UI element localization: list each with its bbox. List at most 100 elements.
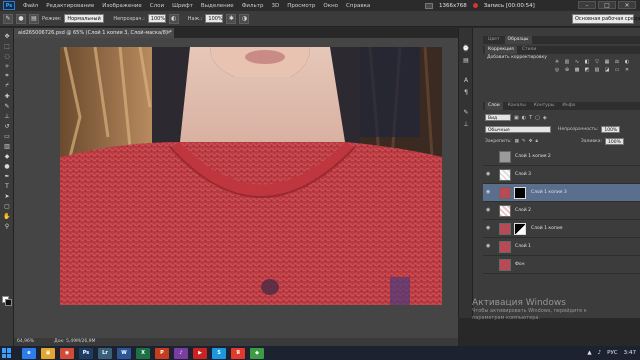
tab-layers[interactable]: Слои [485,102,503,110]
tab-paths[interactable]: Контуры [531,102,558,110]
taskbar-app-icon[interactable]: ▶ [193,347,207,359]
selective-color-icon[interactable]: ✕ [623,66,631,73]
taskbar-app-icon[interactable]: ♪ [174,347,188,359]
eye-icon[interactable]: ◉ [486,244,493,249]
clock[interactable]: 3:47 [624,350,636,356]
hue-saturation-icon[interactable]: ▦ [603,58,611,65]
pressure-size-icon[interactable]: ◑ [239,13,250,24]
language-indicator[interactable]: РУС [607,350,618,356]
taskbar-app-icon[interactable]: ◆ [250,347,264,359]
layer-row[interactable]: ◉ Слой 3 [483,166,640,184]
eye-icon[interactable]: ◉ [486,172,493,177]
taskbar-app-icon[interactable]: X [136,347,150,359]
path-select-icon[interactable]: ➤ [2,192,12,200]
posterize-icon[interactable]: ▧ [593,66,601,73]
menu-help[interactable]: Справка [342,3,374,9]
taskbar-app-icon[interactable]: ◉ [60,347,74,359]
threshold-icon[interactable]: ◪ [603,66,611,73]
pen-tool-icon[interactable]: ✒ [2,172,12,180]
workspace-select[interactable]: Основная рабочая среда [572,14,640,24]
photo-filter-icon[interactable]: ◎ [553,66,561,73]
zoom-level[interactable]: 64,96% [17,339,34,345]
marquee-tool-icon[interactable]: ⬚ [2,42,12,50]
opacity-input[interactable]: 100% [147,14,166,23]
minimize-button[interactable]: – [578,1,596,9]
properties-panel-icon[interactable]: ▤ [461,56,471,64]
filter-type-icon[interactable]: T [529,115,532,121]
filter-pixel-icon[interactable]: ▣ [514,115,519,121]
curves-icon[interactable]: ∿ [573,58,581,65]
taskbar-app-icon[interactable]: ▣ [41,347,55,359]
fill-input[interactable]: 100% [604,137,624,145]
tab-adjustments[interactable]: Коррекция [485,46,517,54]
windows-start-icon[interactable] [2,348,12,358]
visibility-off-icon[interactable] [486,154,493,159]
brush-tool-icon-side[interactable]: ✎ [2,102,12,110]
lasso-tool-icon[interactable]: ◌ [2,52,12,60]
history-panel-icon[interactable]: ⌚ [461,44,471,52]
menu-layers[interactable]: Слои [146,3,168,9]
taskbar-app-icon[interactable]: Ps [79,347,93,359]
shape-tool-icon[interactable]: ▢ [2,202,12,210]
taskbar-app-icon[interactable]: Lr [98,347,112,359]
filter-smart-icon[interactable]: ◈ [543,115,547,121]
quick-select-tool-icon[interactable]: ✧ [2,62,12,70]
canvas-image[interactable] [60,47,442,305]
lock-all-icon[interactable]: 🔒︎ [535,138,537,144]
tab-styles[interactable]: Стили [519,46,540,54]
black-white-icon[interactable]: ◐ [623,58,631,65]
brush-preset-icon[interactable]: ● [16,13,26,24]
menu-view[interactable]: Просмотр [283,3,319,9]
invert-icon[interactable]: ◩ [583,66,591,73]
tab-swatches[interactable]: Образцы [504,36,532,44]
character-panel-icon[interactable]: A [461,76,471,84]
menu-3d[interactable]: 3D [267,3,283,9]
kind-filter-select[interactable]: Вид [485,114,511,121]
color-lookup-icon[interactable]: ▩ [573,66,581,73]
menu-file[interactable]: Файл [19,3,42,9]
menu-type[interactable]: Шрифт [168,3,197,9]
taskbar-app-icon[interactable]: e [22,347,36,359]
blur-tool-icon[interactable]: ◆ [2,152,12,160]
levels-icon[interactable]: ▥ [563,58,571,65]
layer-row[interactable]: Фон [483,256,640,274]
layer-mask-thumbnail[interactable] [514,187,526,199]
brush-panel-dock-icon[interactable]: ✎ [461,108,471,116]
move-tool-icon[interactable]: ✥ [2,32,12,40]
record-icon[interactable] [472,3,478,8]
exposure-icon[interactable]: ◧ [583,58,591,65]
menu-select[interactable]: Выделение [197,3,238,9]
menu-edit[interactable]: Редактирование [42,3,98,9]
lock-pixels-icon[interactable]: ▦ [515,139,519,144]
lock-position-icon[interactable]: ✥ [529,139,533,144]
maximize-button[interactable]: □ [598,1,616,9]
brightness-icon[interactable]: ☀ [553,58,561,65]
pressure-opacity-icon[interactable]: ◐ [168,13,179,24]
brush-panel-icon[interactable]: ▤ [29,13,39,24]
close-button[interactable]: ✕ [618,1,636,9]
gradient-tool-icon[interactable]: ▥ [2,142,12,150]
eye-icon[interactable]: ◉ [486,226,493,231]
eraser-tool-icon[interactable]: ▭ [2,132,12,140]
tab-color[interactable]: Цвет [485,36,503,44]
document-tab[interactable]: aid265006726.psd @ 65% (Слой 1 копия 3, … [14,28,174,38]
healing-tool-icon[interactable]: ✚ [2,92,12,100]
close-document-icon[interactable]: × [166,29,171,36]
color-balance-icon[interactable]: ⚖ [613,58,621,65]
hand-tool-icon[interactable]: ✋ [2,212,12,220]
vibrance-icon[interactable]: ▽ [593,58,601,65]
layer-mask-thumbnail[interactable] [514,223,526,235]
brush-tool-icon[interactable]: ✎ [3,13,13,24]
dodge-tool-icon[interactable]: ● [2,162,12,170]
eye-icon[interactable]: ◉ [486,208,493,213]
gradient-map-icon[interactable]: ▭ [613,66,621,73]
canvas-area[interactable] [14,38,458,338]
menu-filter[interactable]: Фильтр [238,3,268,9]
tab-channels[interactable]: Каналы [505,102,529,110]
taskbar-app-icon[interactable]: S [212,347,226,359]
volume-icon[interactable]: ♪ [598,350,602,356]
taskbar-app-icon[interactable]: W [117,347,131,359]
layer-row[interactable]: ◉ Слой 2 [483,202,640,220]
document-size[interactable]: Док: 5,49M/26,9M [54,339,95,345]
menu-image[interactable]: Изображение [98,3,146,9]
